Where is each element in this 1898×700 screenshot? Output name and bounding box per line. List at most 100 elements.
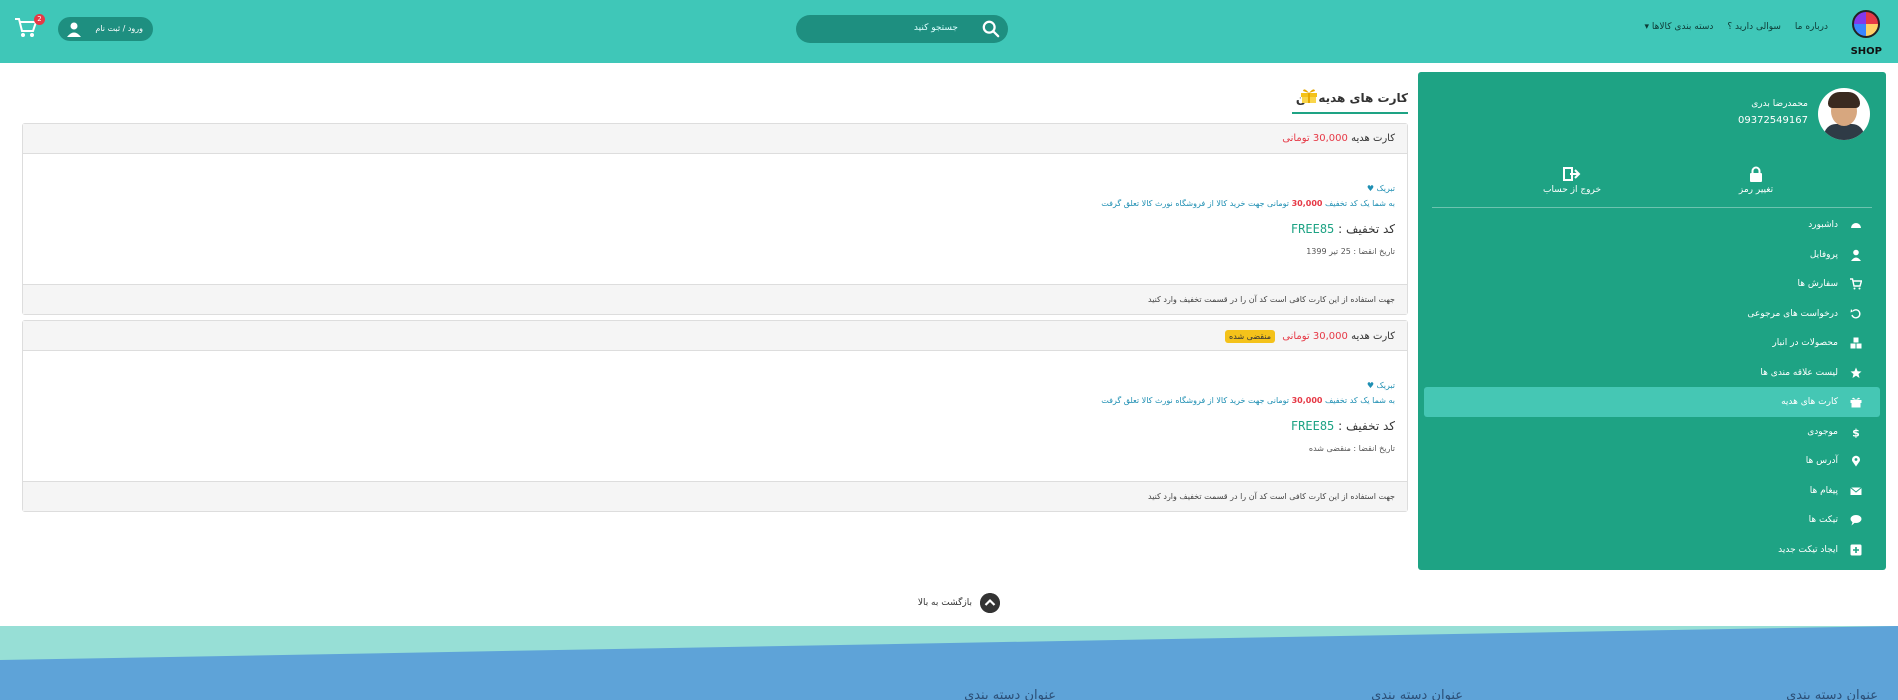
footer-column-title: عنوان دسته بندی <box>1786 688 1878 700</box>
login-button[interactable]: ورود / ثبت نام <box>58 17 153 41</box>
sidebar-item-label: درخواست های مرجوعی <box>1747 308 1838 319</box>
sidebar-item-addresses[interactable]: آدرس ها <box>1424 446 1880 476</box>
avatar <box>1818 88 1870 140</box>
gift-card-body: تبریک ♥ به شما یک کد تخفیف 30,000 تومانی… <box>23 154 1407 284</box>
sidebar-item-dashboard[interactable]: داشبورد <box>1424 210 1880 240</box>
nav-questions[interactable]: سوالی دارید ؟ <box>1727 22 1781 32</box>
back-to-top-label: بازگشت به بالا <box>917 598 972 608</box>
discount-code-value[interactable]: FREE85 <box>1291 222 1334 236</box>
discount-code-value[interactable]: FREE85 <box>1291 419 1334 433</box>
map-pin-icon <box>1852 455 1860 467</box>
sidebar-item-orders[interactable]: سفارش ها <box>1424 269 1880 299</box>
user-icon <box>1851 249 1861 261</box>
sidebar-item-profile[interactable]: پروفایل <box>1424 240 1880 270</box>
footer-column-title: عنوان دسته بندی <box>964 688 1056 700</box>
user-icon <box>67 22 81 37</box>
sidebar-item-wishlist[interactable]: لیست علاقه مندی ها <box>1424 358 1880 388</box>
lock-icon <box>1750 166 1762 182</box>
gift-card-currency: تومانی <box>1282 331 1310 342</box>
sidebar-item-balance[interactable]: $ موجودی <box>1424 417 1880 447</box>
sidebar-menu: داشبورد پروفایل سفارش ها درخواست های مرج… <box>1424 210 1880 564</box>
gift-card-header: کارت هدیه 30,000 تومانی <box>23 124 1407 154</box>
footer-column-title: عنوان دسته بندی <box>1371 688 1463 700</box>
expired-badge: منقضی شده <box>1225 330 1276 343</box>
sidebar-item-label: داشبورد <box>1808 220 1838 230</box>
search-placeholder: جستجو کنید <box>913 23 958 33</box>
discount-code[interactable]: کد تخفیف : FREE85 <box>1291 222 1395 236</box>
expiry-date: تاریخ انقضا : 25 تیر 1399 <box>1306 247 1395 256</box>
gift-card-title: کارت هدیه 30,000 تومانی منقضی شده <box>1225 330 1395 343</box>
boxes-icon <box>1850 337 1862 349</box>
gift-card-footer-text: جهت استفاده از این کارت کافی است کد آن ر… <box>1148 492 1395 501</box>
search-input[interactable]: جستجو کنید <box>796 15 1008 43</box>
globe-icon <box>1852 10 1880 38</box>
cart-button[interactable]: 2 <box>14 14 45 39</box>
sidebar-item-label: لیست علاقه مندی ها <box>1760 367 1838 378</box>
sidebar-item-label: تیکت ها <box>1808 515 1838 525</box>
gift-card-currency: تومانی <box>1282 133 1310 144</box>
sidebar-item-label: محصولات در انبار <box>1772 338 1838 348</box>
discount-code[interactable]: کد تخفیف : FREE85 <box>1291 419 1395 433</box>
gift-card-description: به شما یک کد تخفیف 30,000 تومانی جهت خری… <box>1101 199 1395 208</box>
envelope-icon <box>1850 486 1862 495</box>
plus-square-icon <box>1850 544 1862 555</box>
gift-card-amount: 30,000 <box>1312 133 1348 144</box>
sidebar-item-label: پروفایل <box>1809 249 1838 260</box>
gift-card-amount: 30,000 <box>1312 331 1348 342</box>
undo-icon <box>1850 308 1861 319</box>
chat-icon <box>1850 515 1862 526</box>
dollar-icon: $ <box>1852 426 1860 438</box>
sidebar-item-tickets[interactable]: تیکت ها <box>1424 505 1880 535</box>
star-icon <box>1850 367 1862 378</box>
dashboard-icon <box>1851 223 1861 228</box>
gift-icon <box>1301 89 1317 103</box>
sidebar-item-stock[interactable]: محصولات در انبار <box>1424 328 1880 358</box>
gift-card: کارت هدیه 30,000 تومانی منقضی شده تبریک … <box>22 320 1408 512</box>
gift-card-title: کارت هدیه 30,000 تومانی <box>1282 133 1395 144</box>
sidebar-item-gift-cards[interactable]: کارت های هدیه <box>1424 387 1880 417</box>
sidebar-item-label: سفارش ها <box>1797 279 1838 289</box>
sidebar-item-returns[interactable]: درخواست های مرجوعی <box>1424 299 1880 329</box>
account-actions: تغییر رمز خروج از حساب <box>1432 160 1872 208</box>
user-phone: 09372549167 <box>1738 115 1808 126</box>
sidebar-item-label: کارت های هدیه <box>1781 397 1838 407</box>
nav-about[interactable]: درباره ما <box>1795 22 1828 32</box>
chevron-up-icon <box>980 593 1000 613</box>
congrats-text: تبریک ♥ <box>1366 184 1395 193</box>
page-title: کارت های هدیه من <box>1292 86 1408 114</box>
svg-text:$: $ <box>1852 426 1860 438</box>
change-password-button[interactable]: تغییر رمز <box>1696 166 1816 195</box>
user-name: محمدرضا بدری <box>1751 99 1808 109</box>
sidebar-item-label: آدرس ها <box>1805 456 1838 466</box>
login-label: ورود / ثبت نام <box>95 24 143 33</box>
cart-icon <box>1850 278 1862 290</box>
sign-out-icon <box>1563 167 1581 181</box>
gift-card-footer-text: جهت استفاده از این کارت کافی است کد آن ر… <box>1148 295 1395 304</box>
gift-card-body: تبریک ♥ به شما یک کد تخفیف 30,000 تومانی… <box>23 351 1407 481</box>
top-nav: دسته بندی کالاها ▾ سوالی دارید ؟ درباره … <box>1645 22 1828 32</box>
expiry-date: تاریخ انقضا : منقضی شده <box>1308 444 1395 453</box>
gift-card-footer: جهت استفاده از این کارت کافی است کد آن ر… <box>23 284 1407 314</box>
back-to-top-button[interactable]: بازگشت به بالا <box>910 593 1000 613</box>
change-password-label: تغییر رمز <box>1738 185 1774 195</box>
top-header: SHOP دسته بندی کالاها ▾ سوالی دارید ؟ در… <box>0 0 1898 63</box>
gift-card-description: به شما یک کد تخفیف 30,000 تومانی جهت خری… <box>1101 396 1395 405</box>
logout-label: خروج از حساب <box>1542 185 1602 195</box>
search-icon[interactable] <box>982 20 1000 38</box>
logo-text: SHOP <box>1850 46 1882 57</box>
sidebar-item-label: پیغام ها <box>1809 485 1838 496</box>
gift-icon <box>1850 397 1862 408</box>
gift-card-header: کارت هدیه 30,000 تومانی منقضی شده <box>23 321 1407 351</box>
gift-card-footer: جهت استفاده از این کارت کافی است کد آن ر… <box>23 481 1407 511</box>
sidebar-item-label: ایجاد تیکت جدید <box>1778 544 1838 555</box>
sidebar-item-new-ticket[interactable]: ایجاد تیکت جدید <box>1424 535 1880 565</box>
account-sidebar: محمدرضا بدری 09372549167 تغییر رمز خروج … <box>1418 72 1886 570</box>
congrats-text: تبریک ♥ <box>1366 381 1395 390</box>
sidebar-item-messages[interactable]: پیغام ها <box>1424 476 1880 506</box>
cart-count-badge: 2 <box>34 14 45 25</box>
sidebar-item-label: موجودی <box>1807 426 1838 437</box>
gift-card: کارت هدیه 30,000 تومانی تبریک ♥ به شما ی… <box>22 123 1408 315</box>
logout-button[interactable]: خروج از حساب <box>1512 166 1632 195</box>
shop-logo[interactable]: SHOP <box>1850 4 1884 58</box>
nav-categories[interactable]: دسته بندی کالاها ▾ <box>1645 22 1714 32</box>
